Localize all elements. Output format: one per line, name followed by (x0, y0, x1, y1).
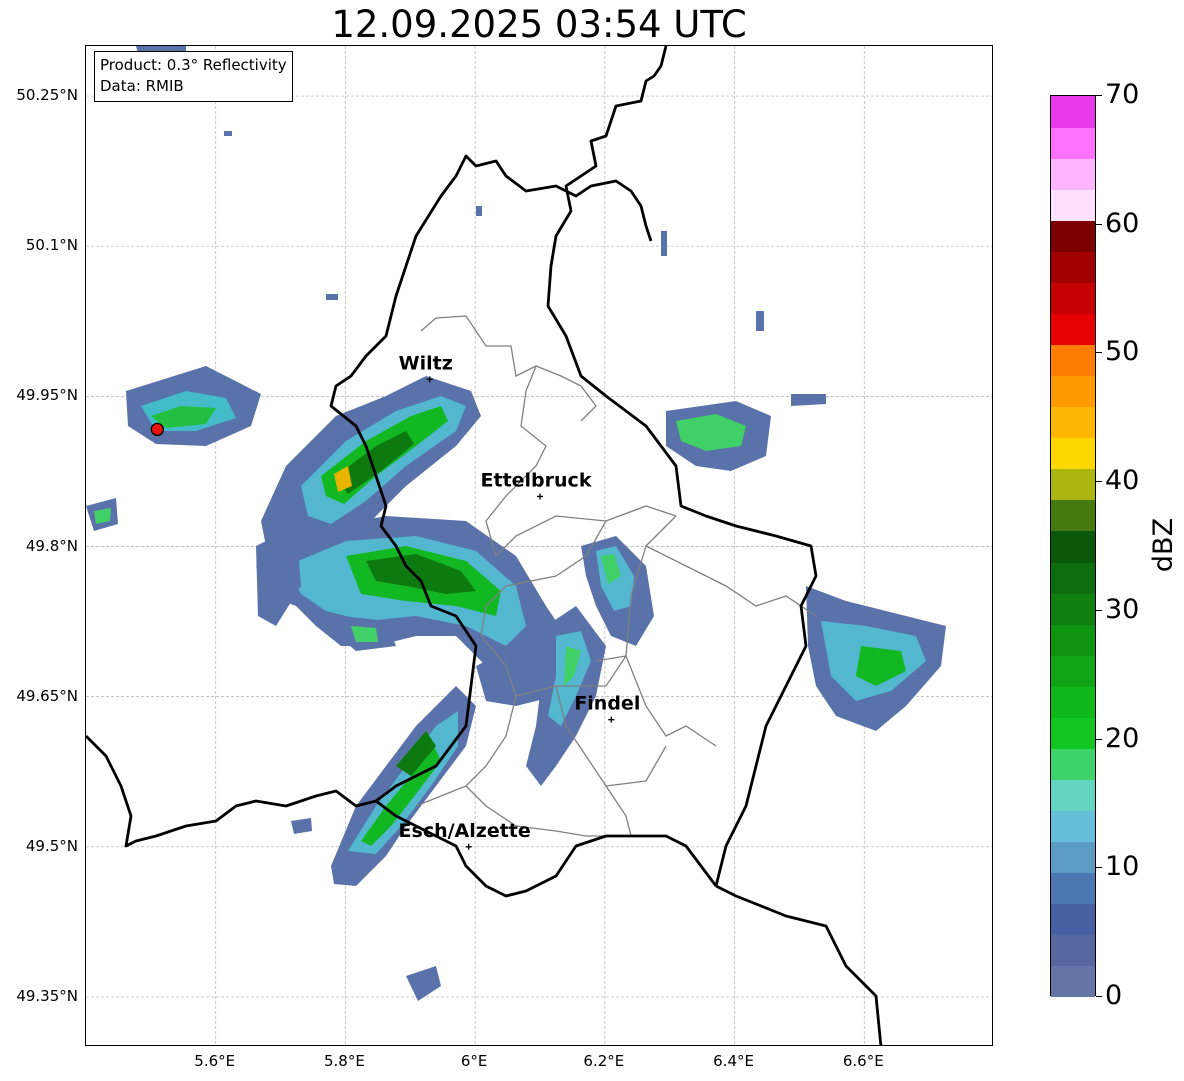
city-label: Esch/Alzette (399, 820, 531, 842)
latitude-tick-label: 49.65°N (16, 686, 78, 705)
radar-site-marker (150, 422, 164, 437)
latitude-tick-label: 49.8°N (25, 536, 78, 555)
echo-speck (326, 294, 338, 300)
colorbar-tick (1096, 996, 1102, 997)
colorbar-tick (1096, 867, 1102, 869)
colorbar-segment (1051, 841, 1095, 874)
colorbar-segment (1051, 220, 1095, 252)
city-label: Ettelbruck (481, 469, 592, 491)
city-marker: Esch/Alzette (399, 820, 531, 850)
longitude-tick-label: 6.6°E (842, 1052, 884, 1070)
radar-map: Wiltz Ettelbruck Findel Esch/Alzette (85, 45, 993, 1046)
latitude-tick-label: 49.35°N (16, 986, 78, 1005)
colorbar-tick (1096, 223, 1102, 225)
colorbar-tick-label: 0 (1105, 980, 1123, 1011)
longitude-tick-label: 6.4°E (713, 1052, 754, 1070)
colorbar-segment (1051, 189, 1095, 221)
colorbar-tick (1096, 738, 1102, 740)
city-cross-icon (465, 843, 472, 850)
product-info-box: Product: 0.3° Reflectivity Data: RMIB (94, 51, 293, 102)
echo-cell (791, 394, 826, 406)
echo-speck (756, 311, 764, 331)
longitude-tick-label: 5.6°E (194, 1052, 236, 1070)
colorbar-segment (1051, 593, 1095, 625)
echo-speck (661, 231, 667, 256)
colorbar-segment (1051, 375, 1095, 408)
echo-speck (224, 131, 232, 136)
echo-speck (476, 206, 482, 216)
latitude-tick-label: 49.95°N (16, 386, 78, 405)
colorbar-segment (1051, 282, 1095, 314)
colorbar-segment (1051, 965, 1095, 998)
colorbar-segment (1051, 810, 1095, 843)
colorbar-segment (1051, 251, 1095, 283)
city-cross-icon (608, 716, 615, 723)
colorbar-segment (1051, 313, 1095, 346)
city-label: Findel (574, 693, 640, 715)
colorbar-tick-label: 40 (1105, 465, 1140, 497)
city-cross-icon (537, 493, 543, 500)
colorbar-segment (1051, 562, 1095, 594)
colorbar-tick-label: 20 (1105, 722, 1140, 754)
colorbar-segment (1051, 406, 1095, 439)
product-text: Product: 0.3° Reflectivity (100, 56, 287, 74)
graticule (86, 46, 992, 1045)
colorbar-segment (1051, 717, 1095, 749)
latitude-tick-label: 49.5°N (25, 836, 78, 855)
city-label: Wiltz (399, 352, 453, 374)
city-marker: Ettelbruck (481, 469, 592, 500)
latitude-tick-label: 50.1°N (25, 236, 78, 255)
colorbar-segment (1051, 96, 1095, 128)
colorbar-segment (1051, 530, 1095, 563)
colorbar-segment (1051, 686, 1095, 718)
colorbar-segment (1051, 779, 1095, 812)
colorbar-tick (1096, 481, 1102, 483)
colorbar-title: dBZ (1148, 517, 1179, 573)
colorbar-segment (1051, 499, 1095, 532)
colorbar-segment (1051, 934, 1095, 967)
echo-cell (291, 818, 312, 834)
radar-echoes (86, 46, 946, 1001)
reflectivity-colorbar (1050, 95, 1096, 998)
longitude-tick-label: 5.8°E (324, 1052, 365, 1070)
longitude-tick-label: 6°E (460, 1052, 488, 1070)
echo-cell (406, 966, 441, 1001)
colorbar-segment (1051, 655, 1095, 687)
latitude-tick-label: 50.25°N (16, 86, 78, 105)
colorbar-tick-label: 10 (1105, 851, 1140, 883)
data-source-text: Data: RMIB (100, 77, 184, 95)
colorbar-tick-label: 50 (1105, 336, 1140, 368)
colorbar-segment (1051, 748, 1095, 780)
colorbar-segment (1051, 468, 1095, 501)
map-canvas: Wiltz Ettelbruck Findel Esch/Alzette (86, 46, 992, 1045)
colorbar-tick (1096, 352, 1102, 354)
longitude-tick-label: 6.2°E (583, 1052, 625, 1070)
colorbar-segment (1051, 903, 1095, 936)
colorbar-segment (1051, 872, 1095, 905)
map-title: 12.09.2025 03:54 UTC (331, 3, 747, 46)
colorbar-segment (1051, 127, 1095, 159)
colorbar-segment (1051, 437, 1095, 470)
echo-cell (256, 526, 301, 626)
colorbar-tick-label: 30 (1105, 593, 1140, 625)
colorbar-segment (1051, 158, 1095, 190)
colorbar-tick (1096, 95, 1102, 96)
colorbar-tick-label: 60 (1105, 207, 1140, 239)
country-border (375, 799, 718, 898)
colorbar-segment (1051, 624, 1095, 656)
colorbar-segment (1051, 344, 1095, 377)
colorbar-tick (1096, 609, 1102, 611)
colorbar-tick-label: 70 (1105, 79, 1140, 110)
